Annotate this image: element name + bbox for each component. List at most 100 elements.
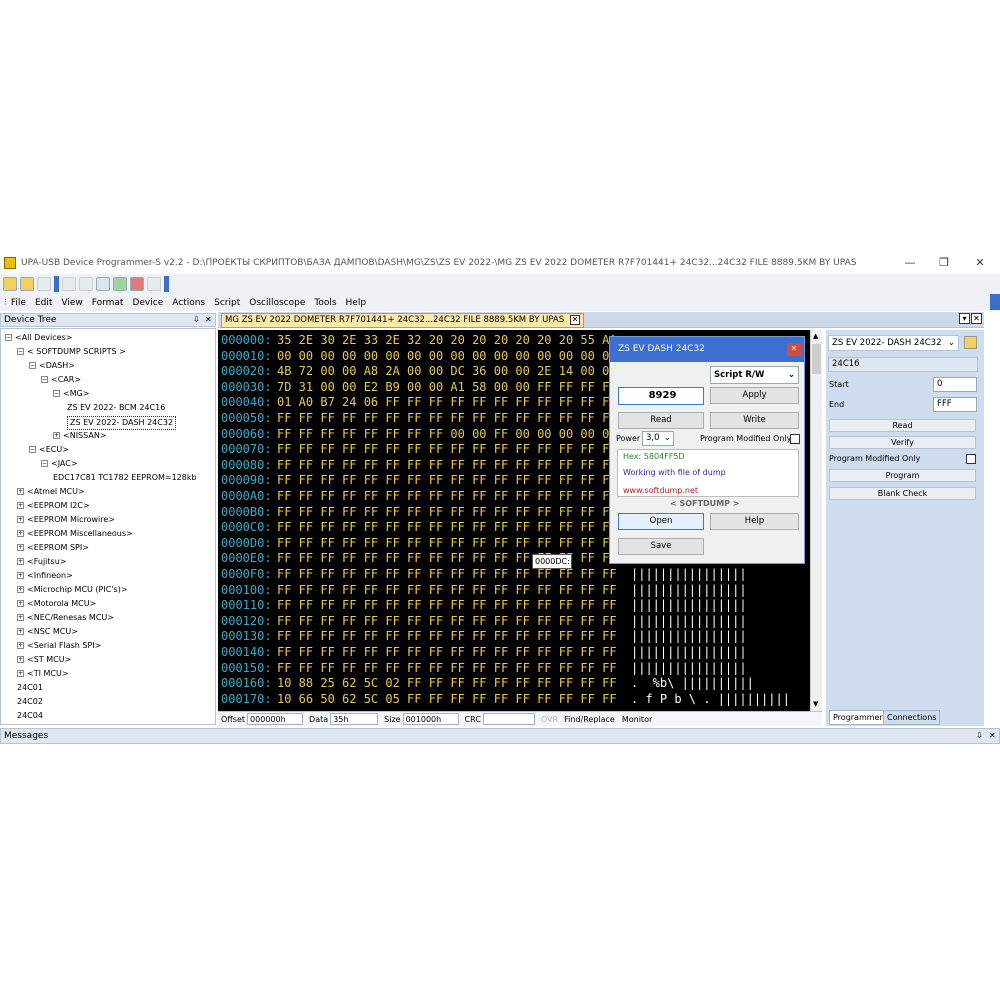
scroll-thumb[interactable] — [812, 344, 821, 374]
scroll-down-icon[interactable]: ▼ — [813, 698, 818, 710]
pin-icon[interactable]: ⇩ — [193, 314, 200, 326]
dialog-close-button[interactable]: ✕ — [787, 343, 801, 356]
tab-close-icon[interactable]: ✕ — [570, 314, 581, 325]
hex-bytes[interactable]: FF FF FF FF FF FF FF FF FF FF FF FF FF F… — [277, 458, 617, 472]
hex-row[interactable]: 000050: FF FF FF FF FF FF FF FF FF FF FF … — [221, 411, 617, 427]
offset-field[interactable]: 000000h — [247, 713, 304, 725]
tree-node[interactable]: − <JAC> — [41, 458, 78, 470]
verify-icon[interactable] — [79, 277, 93, 291]
hex-bytes[interactable]: 4B 72 00 00 A8 2A 00 00 DC 36 00 00 2E 1… — [277, 364, 617, 378]
blank-check-button[interactable]: Blank Check — [829, 487, 976, 500]
hex-ascii[interactable]: |||||||||||||||| — [617, 661, 747, 675]
size-field[interactable]: 001000h — [402, 713, 459, 725]
menu-edit[interactable]: Edit — [35, 298, 52, 308]
hex-ascii[interactable]: |||||||||||||||| — [617, 598, 747, 612]
tree-node[interactable]: + <EEPROM I2C> — [17, 500, 90, 512]
tree-node[interactable]: + <Motorola MCU> — [17, 598, 96, 610]
write-button[interactable]: Write — [710, 412, 799, 429]
hex-ascii[interactable]: |||||||||||||||| — [617, 645, 747, 659]
tree-node[interactable]: + <EEPROM SPI> — [17, 542, 89, 554]
tree-node[interactable]: − <All Devices> — [5, 332, 72, 344]
hex-bytes[interactable]: 10 66 50 62 5C 05 FF FF FF FF FF FF FF F… — [277, 692, 617, 706]
hex-row[interactable]: 0000C0: FF FF FF FF FF FF FF FF FF FF FF … — [221, 520, 617, 536]
hex-row[interactable]: 000110: FF FF FF FF FF FF FF FF FF FF FF … — [221, 598, 747, 614]
expand-icon[interactable]: + — [17, 572, 24, 579]
expand-icon[interactable]: + — [53, 432, 60, 439]
expand-icon[interactable]: + — [17, 516, 24, 523]
collapse-icon[interactable]: − — [41, 460, 48, 467]
folder-icon[interactable] — [964, 336, 977, 349]
help-button[interactable]: Help — [710, 513, 799, 530]
apply-button[interactable]: Apply — [710, 387, 799, 404]
expand-icon[interactable]: + — [17, 544, 24, 551]
hex-scrollbar[interactable]: ▲ ▼ — [810, 330, 822, 711]
hex-row[interactable]: 000140: FF FF FF FF FF FF FF FF FF FF FF … — [221, 645, 747, 661]
hex-row[interactable]: 000010: 00 00 00 00 00 00 00 00 00 00 00 … — [221, 349, 617, 365]
script-mode-select[interactable]: Script R/W ⌄ — [710, 366, 799, 384]
chip-icon[interactable] — [96, 277, 110, 291]
tree-node[interactable]: EDC17C81 TC1782 EEPROM=128kb — [53, 472, 197, 484]
menubar-overflow-button[interactable] — [990, 294, 1000, 310]
read-icon[interactable] — [113, 277, 127, 291]
expand-icon[interactable]: + — [17, 628, 24, 635]
collapse-icon[interactable]: − — [41, 376, 48, 383]
power-select[interactable]: 3,0 ⌄ — [642, 431, 674, 446]
collapse-icon[interactable]: − — [29, 362, 36, 369]
expand-icon[interactable]: + — [17, 656, 24, 663]
hex-bytes[interactable]: 10 88 25 62 5C 02 FF FF FF FF FF FF FF F… — [277, 676, 617, 690]
chevron-down-icon[interactable]: ▾ — [959, 313, 970, 324]
read-button[interactable]: Read — [618, 412, 704, 429]
tree-node[interactable]: + <ST MCU> — [17, 654, 71, 666]
hex-row[interactable]: 000160: 10 88 25 62 5C 02 FF FF FF FF FF … — [221, 676, 754, 692]
hex-bytes[interactable]: 00 00 00 00 00 00 00 00 00 00 00 00 00 0… — [277, 349, 617, 363]
program-modified-only-checkbox[interactable] — [966, 454, 976, 464]
maximize-button[interactable]: ❐ — [926, 252, 962, 274]
tab-programmer[interactable]: Programmer — [829, 710, 887, 725]
hex-bytes[interactable]: FF FF FF FF FF FF FF FF FF FF FF FF FF F… — [277, 489, 617, 503]
hex-bytes[interactable]: FF FF FF FF FF FF FF FF FF FF FF FF FF F… — [277, 567, 617, 581]
hex-bytes[interactable]: FF FF FF FF FF FF FF FF FF FF FF FF FF F… — [277, 598, 617, 612]
program-icon[interactable] — [62, 277, 76, 291]
tree-node[interactable]: − <CAR> — [41, 374, 81, 386]
save-icon[interactable] — [37, 277, 51, 291]
tree-node[interactable]: + <Fujitsu> — [17, 556, 66, 568]
tree-node[interactable]: − <DASH> — [29, 360, 75, 372]
expand-icon[interactable]: + — [17, 670, 24, 677]
hex-bytes[interactable]: FF FF FF FF FF FF FF FF FF FF FF FF FF F… — [277, 442, 617, 456]
hex-bytes[interactable]: FF FF FF FF FF FF FF FF FF FF FF FF FF F… — [277, 505, 617, 519]
hex-row[interactable]: 000000: 35 2E 30 2E 33 2E 32 20 20 20 20 … — [221, 333, 617, 349]
expand-icon[interactable]: + — [17, 558, 24, 565]
hex-bytes[interactable]: 35 2E 30 2E 33 2E 32 20 20 20 20 20 20 2… — [277, 333, 617, 347]
collapse-icon[interactable]: − — [5, 334, 12, 341]
hex-bytes[interactable]: FF FF FF FF FF FF FF FF FF FF FF FF FF F… — [277, 583, 617, 597]
hex-row[interactable]: 0000D0: FF FF FF FF FF FF FF FF FF FF FF … — [221, 536, 617, 552]
hex-bytes[interactable]: 7D 31 00 00 E2 B9 00 00 A1 58 00 00 FF F… — [277, 380, 617, 394]
expand-icon[interactable]: + — [17, 614, 24, 621]
hex-bytes[interactable]: 01 A0 B7 24 06 FF FF FF FF FF FF FF FF F… — [277, 395, 617, 409]
monitor-link[interactable]: Monitor — [622, 715, 652, 724]
verify-button[interactable]: Verify — [829, 436, 976, 449]
menu-tools[interactable]: Tools — [314, 298, 336, 308]
close-icon[interactable]: ✕ — [989, 730, 996, 742]
hex-bytes[interactable]: FF FF FF FF FF FF FF FF FF FF FF FF FF F… — [277, 411, 617, 425]
expand-icon[interactable]: + — [17, 586, 24, 593]
expand-icon[interactable]: + — [17, 530, 24, 537]
hex-row[interactable]: 000040: 01 A0 B7 24 06 FF FF FF FF FF FF … — [221, 395, 617, 411]
device-select[interactable]: ZS EV 2022- DASH 24C32 ⌄ — [828, 335, 959, 351]
collapse-icon[interactable]: − — [17, 348, 24, 355]
tree-node[interactable]: + <NISSAN> — [53, 430, 107, 442]
tree-node[interactable]: + <Serial Flash SPI> — [17, 640, 101, 652]
tree-node[interactable]: 24C02 — [17, 696, 43, 708]
open-button[interactable]: Open — [618, 513, 704, 530]
hex-row[interactable]: 000030: 7D 31 00 00 E2 B9 00 00 A1 58 00 … — [221, 380, 617, 396]
close-button[interactable]: ✕ — [962, 252, 998, 274]
find-replace-link[interactable]: Find/Replace — [564, 715, 615, 724]
tree-node[interactable]: + <EEPROM Miscellaneous> — [17, 528, 133, 540]
hex-bytes[interactable]: FF FF FF FF FF FF FF FF FF FF FF FF FF F… — [277, 614, 617, 628]
menu-oscilloscope[interactable]: Oscilloscope — [249, 298, 305, 308]
collapse-icon[interactable]: − — [53, 390, 60, 397]
hex-row[interactable]: 0000B0: FF FF FF FF FF FF FF FF FF FF FF … — [221, 505, 617, 521]
scroll-up-icon[interactable]: ▲ — [813, 330, 818, 342]
crc-field[interactable] — [482, 713, 535, 725]
hex-ascii[interactable]: |||||||||||||||| — [617, 583, 747, 597]
